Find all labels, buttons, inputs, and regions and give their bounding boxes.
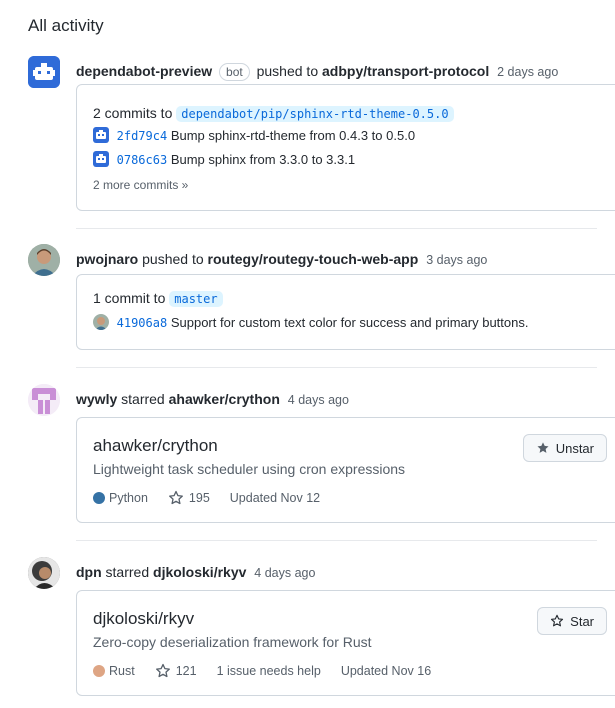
repo-updated: Updated Nov 16 <box>340 664 432 678</box>
repo-link[interactable]: ahawker/crython <box>169 391 280 407</box>
commits-summary: 2 commits to dependabot/pip/sphinx-rtd-t… <box>93 104 454 123</box>
event-verb: pushed to <box>142 251 204 267</box>
activity-event-push: dependabot-preview bot pushed to adbpy/t… <box>28 56 615 216</box>
star-outline-icon <box>168 490 183 505</box>
avatar[interactable] <box>28 557 60 589</box>
repo-stars[interactable]: 195 <box>168 490 210 506</box>
star-label: Star <box>570 613 594 629</box>
branch-link[interactable]: dependabot/pip/sphinx-rtd-theme-0.5.0 <box>176 106 454 122</box>
divider <box>76 367 597 368</box>
repo-card: djkoloski/rkyv Zero-copy deserialization… <box>76 590 615 696</box>
user-photo-icon <box>28 244 60 276</box>
commit-row: 2fd79c4 Bump sphinx-rtd-theme from 0.4.3… <box>93 127 415 145</box>
language-color-dot <box>93 492 105 504</box>
commit-sha-link[interactable]: 2fd79c4 <box>117 129 168 143</box>
event-time[interactable]: 2 days ago <box>497 65 558 79</box>
star-outline-icon <box>551 614 564 627</box>
branch-link[interactable]: master <box>169 291 223 307</box>
language-name: Rust <box>109 664 135 678</box>
event-verb: starred <box>105 564 150 580</box>
repo-card-description: Lightweight task scheduler using cron ex… <box>93 461 406 477</box>
repo-link[interactable]: djkoloski/rkyv <box>153 564 246 580</box>
page-title: All activity <box>28 16 104 35</box>
commit-row: 0786c63 Bump sphinx from 3.3.0 to 3.3.1 <box>93 151 355 169</box>
actor-link[interactable]: pwojnaro <box>76 251 138 267</box>
commit-message[interactable]: Bump sphinx from 3.3.0 to 3.3.1 <box>171 152 355 167</box>
avatar[interactable] <box>28 244 60 276</box>
commit-row: 41906a8 Support for custom text color fo… <box>93 314 528 332</box>
avatar[interactable] <box>28 384 60 416</box>
dependabot-icon <box>93 127 109 143</box>
identicon-icon <box>28 384 60 416</box>
repo-updated: Updated Nov 12 <box>229 491 321 505</box>
avatar <box>93 314 109 330</box>
language-color-dot <box>93 665 105 677</box>
commits-card: 2 commits to dependabot/pip/sphinx-rtd-t… <box>76 84 615 211</box>
actor-link[interactable]: dependabot-preview <box>76 63 212 79</box>
more-commits-link[interactable]: 2 more commits » <box>93 178 188 192</box>
repo-card-title[interactable]: ahawker/crython <box>93 436 218 456</box>
user-photo-icon <box>28 557 60 589</box>
dependabot-icon <box>28 56 60 88</box>
star-outline-icon <box>155 663 170 678</box>
unstar-button[interactable]: Unstar <box>522 434 607 462</box>
activity-event-star: wywly starred ahawker/crython 4 days ago… <box>28 384 615 529</box>
event-time[interactable]: 4 days ago <box>254 566 315 580</box>
event-header: dependabot-preview bot pushed to adbpy/t… <box>76 62 615 81</box>
commit-message[interactable]: Bump sphinx-rtd-theme from 0.4.3 to 0.5.… <box>171 128 415 143</box>
repo-stars[interactable]: 121 <box>155 663 197 679</box>
event-verb: starred <box>121 391 165 407</box>
commits-count: 2 commits to <box>93 105 173 121</box>
star-button[interactable]: Star <box>537 607 607 635</box>
stars-count: 195 <box>188 491 210 505</box>
commit-sha-link[interactable]: 41906a8 <box>117 316 168 330</box>
actor-link[interactable]: dpn <box>76 564 102 580</box>
divider <box>76 228 597 229</box>
dependabot-icon <box>93 151 109 167</box>
repo-card-meta: Python 195 Updated Nov 12 <box>93 490 340 506</box>
divider <box>76 540 597 541</box>
activity-event-push: pwojnaro pushed to routegy/routegy-touch… <box>28 244 615 354</box>
repo-card: ahawker/crython Lightweight task schedul… <box>76 417 615 523</box>
event-verb: pushed to <box>256 63 319 79</box>
repo-language: Rust <box>93 664 135 678</box>
repo-link[interactable]: adbpy/transport-protocol <box>322 63 489 79</box>
activity-event-star: dpn starred djkoloski/rkyv 4 days ago dj… <box>28 557 615 702</box>
avatar[interactable] <box>28 56 60 88</box>
commit-sha-link[interactable]: 0786c63 <box>117 153 168 167</box>
repo-language: Python <box>93 491 148 505</box>
repo-link[interactable]: routegy/routegy-touch-web-app <box>208 251 419 267</box>
issues-help-link[interactable]: 1 issue needs help <box>217 664 321 678</box>
event-time[interactable]: 4 days ago <box>288 393 349 407</box>
commits-summary: 1 commit to master <box>93 289 223 308</box>
unstar-label: Unstar <box>555 440 594 456</box>
actor-link[interactable]: wywly <box>76 391 117 407</box>
repo-card-title[interactable]: djkoloski/rkyv <box>93 609 194 629</box>
stars-count: 121 <box>175 664 197 678</box>
event-header: wywly starred ahawker/crython 4 days ago <box>76 390 615 409</box>
event-header: dpn starred djkoloski/rkyv 4 days ago <box>76 563 615 582</box>
repo-card-meta: Rust 121 1 issue needs help Updated Nov … <box>93 663 451 679</box>
bot-badge: bot <box>219 63 250 81</box>
commits-count: 1 commit to <box>93 290 166 306</box>
event-time[interactable]: 3 days ago <box>426 253 487 267</box>
commit-message[interactable]: Support for custom text color for succes… <box>171 315 529 330</box>
repo-card-description: Zero-copy deserialization framework for … <box>93 634 372 650</box>
event-header: pwojnaro pushed to routegy/routegy-touch… <box>76 250 615 269</box>
star-filled-icon <box>537 442 549 453</box>
language-name: Python <box>109 491 148 505</box>
commits-card: 1 commit to master 41906a8 Support for c… <box>76 274 615 350</box>
